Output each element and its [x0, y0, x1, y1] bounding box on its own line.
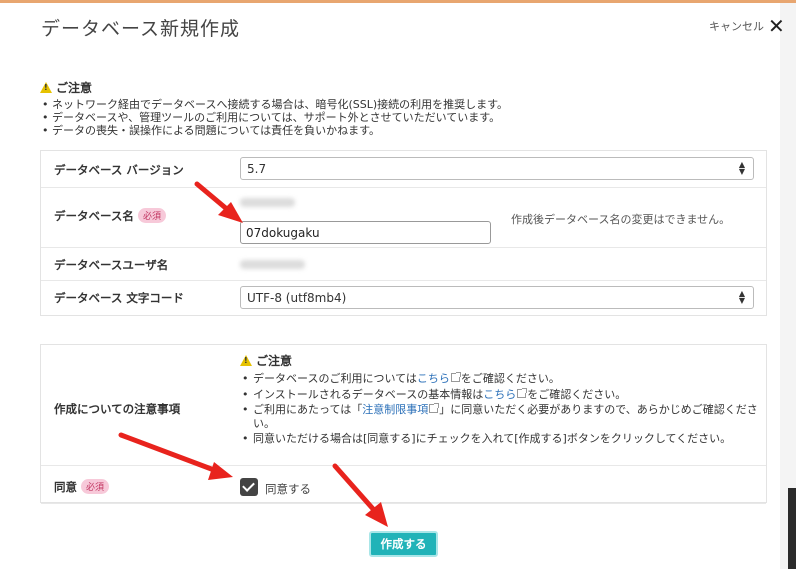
blurred-username	[240, 260, 305, 269]
caution-item: データベースのご利用についてはこちらをご確認ください。	[240, 372, 760, 386]
select-arrows-icon: ▲ ▼	[738, 289, 745, 305]
settings-panel: データベース バージョン 5.7 ▲▼ データベース名必須 作成後データベース名…	[40, 150, 767, 316]
db-name-input[interactable]	[240, 221, 491, 244]
external-link-icon	[517, 387, 528, 398]
blurred-prefix	[240, 198, 295, 207]
db-user-row: データベースユーザ名	[41, 248, 766, 281]
version-row: データベース バージョン 5.7 ▲ ▼	[41, 151, 766, 188]
version-label: データベース バージョン	[54, 163, 184, 177]
charset-value: UTF-8 (utf8mb4)	[247, 291, 347, 305]
close-icon[interactable]: ✕	[768, 16, 785, 36]
agree-label-text: 同意	[54, 480, 77, 494]
create-button[interactable]: 作成する	[369, 531, 438, 557]
background-edge	[780, 3, 796, 569]
cancel-label: キャンセル	[709, 20, 764, 33]
notice-list: ネットワーク経由でデータベースへ接続する場合は、暗号化(SSL)接続の利用を推奨…	[40, 98, 508, 137]
notice-item: ネットワーク経由でデータベースへ接続する場合は、暗号化(SSL)接続の利用を推奨…	[40, 98, 508, 111]
charset-select[interactable]: UTF-8 (utf8mb4) ▲ ▼	[240, 286, 754, 309]
charset-label: データベース 文字コード	[54, 291, 184, 305]
db-name-hint: 作成後データベース名の変更はできません。	[511, 213, 731, 226]
db-name-row: データベース名必須 作成後データベース名の変更はできません。	[41, 188, 766, 248]
basic-info-link[interactable]: こちら	[483, 388, 516, 401]
caution-title: ご注意	[256, 354, 293, 368]
caution-list: データベースのご利用についてはこちらをご確認ください。 インストールされるデータ…	[240, 372, 760, 446]
notice-heading: ご注意	[40, 79, 508, 96]
notice-title: ご注意	[56, 81, 93, 95]
agree-checkbox[interactable]	[240, 478, 258, 496]
required-badge: 必須	[137, 208, 166, 223]
caution-heading: ご注意	[240, 352, 760, 369]
version-select[interactable]: 5.7 ▲ ▼	[240, 157, 754, 180]
external-link-icon	[429, 403, 440, 413]
db-name-label-text: データベース名	[54, 209, 134, 223]
restrictions-link[interactable]: 注意制限事項	[362, 403, 428, 416]
notice-item: データの喪失・誤操作による問題については責任を負いかねます。	[40, 124, 508, 137]
caution-item: 同意いただける場合は[同意する]にチェックを入れて[作成する]ボタンをクリックし…	[240, 432, 760, 446]
agree-checkbox-label[interactable]: 同意する	[265, 481, 311, 497]
charset-row: データベース 文字コード UTF-8 (utf8mb4) ▲ ▼	[41, 281, 766, 317]
cancel-button[interactable]: キャンセル ✕	[709, 16, 785, 36]
db-user-label: データベースユーザ名	[54, 258, 169, 272]
dialog-title: データベース新規作成	[41, 18, 241, 40]
caution-row: 作成についての注意事項 ご注意 データベースのご利用についてはこちらをご確認くだ…	[41, 345, 766, 466]
notice-section: ご注意 ネットワーク経由でデータベースへ接続する場合は、暗号化(SSL)接続の利…	[40, 79, 508, 137]
notice-item: データベースや、管理ツールのご利用については、サポート外とさせていただいています…	[40, 111, 508, 124]
agreement-panel: 作成についての注意事項 ご注意 データベースのご利用についてはこちらをご確認くだ…	[40, 344, 767, 504]
required-badge: 必須	[81, 479, 110, 494]
usage-link[interactable]: こちら	[417, 372, 450, 385]
caution-item: インストールされるデータベースの基本情報はこちらをご確認ください。	[240, 387, 760, 402]
caution-item: ご利用にあたっては「注意制限事項」に同意いただく必要がありますので、あらかじめご…	[240, 403, 760, 430]
warning-icon	[240, 355, 252, 366]
agree-label: 同意 必須	[54, 479, 110, 495]
version-value: 5.7	[247, 162, 267, 176]
select-arrows-icon: ▲ ▼	[738, 160, 745, 176]
external-link-icon	[450, 372, 461, 382]
caution-label: 作成についての注意事項	[54, 402, 181, 416]
warning-icon	[40, 82, 52, 93]
background-dark-bar	[788, 488, 796, 569]
agree-row: 同意 必須	[41, 466, 766, 504]
db-name-label: データベース名 必須	[54, 208, 166, 224]
caution-box: ご注意 データベースのご利用についてはこちらをご確認ください。 インストールされ…	[240, 352, 760, 448]
